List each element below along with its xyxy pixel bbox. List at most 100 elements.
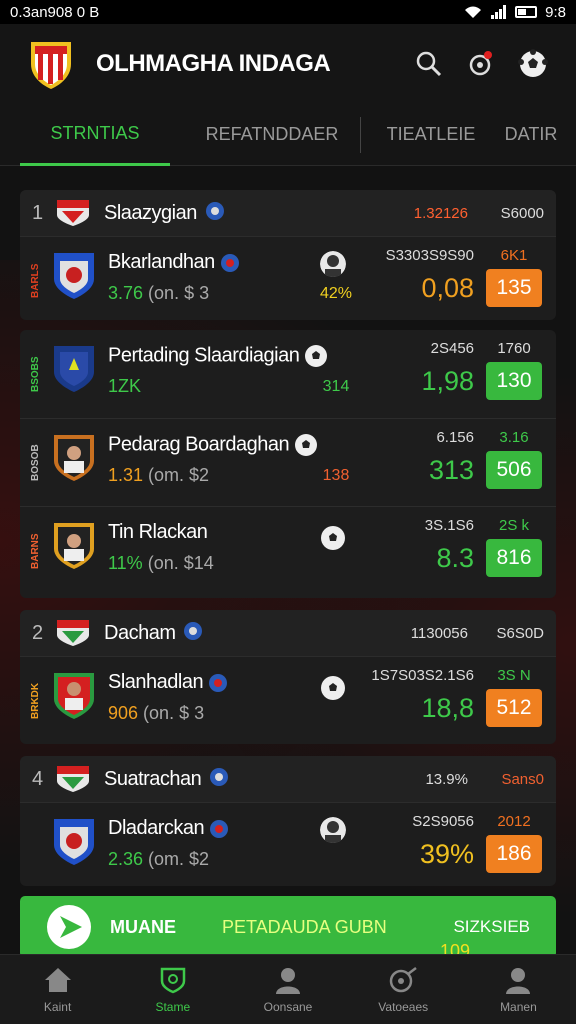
ball-button[interactable] xyxy=(518,49,548,79)
soccer-ball-icon xyxy=(321,676,345,700)
nav-label: Oonsane xyxy=(263,999,313,1014)
mini-value: 314 xyxy=(322,378,350,395)
ball-icon xyxy=(183,621,203,646)
group-card-4: 4 Suatrachan 13.9% Sans0 Dladarckan 2.36… xyxy=(20,756,556,886)
odds-badge[interactable]: 816 xyxy=(486,539,542,577)
player-stat: 906 (on. $ 3 xyxy=(108,703,205,723)
group-number: 4 xyxy=(32,767,44,790)
odds-badge[interactable]: 512 xyxy=(486,689,542,727)
tab-data[interactable]: DATIR xyxy=(501,104,561,166)
nav-matches[interactable]: Vatoeaes xyxy=(346,955,461,1024)
whistle-icon xyxy=(389,966,417,992)
nav-label: Vatoeaes xyxy=(378,999,429,1014)
nav-profile[interactable]: Manen xyxy=(461,955,576,1024)
flag-icon xyxy=(57,200,89,226)
player-stat: 1.31 (om. $2 xyxy=(108,465,210,485)
bottom-nav: Kaint Stame Oonsane Vatoeaes Manen xyxy=(0,954,576,1024)
odds-badge[interactable]: 506 xyxy=(486,451,542,489)
player-name: Pertading Slaardiagian xyxy=(108,344,328,368)
ball-icon xyxy=(205,201,225,226)
tab-table[interactable]: TIEATLEIE xyxy=(361,104,501,166)
player-photo-icon xyxy=(54,435,94,481)
battery-icon xyxy=(515,6,538,18)
player-name: Tin Rlackan xyxy=(108,521,208,543)
odds-badge[interactable]: 135 xyxy=(486,269,542,307)
ball-icon xyxy=(209,767,229,792)
notifications-button[interactable] xyxy=(466,49,496,79)
player-stat: 11% (on. $14 xyxy=(108,553,214,573)
person-icon xyxy=(276,967,300,994)
odds-top: S2S9056 xyxy=(412,813,474,830)
side-label: BOSOB xyxy=(30,444,41,482)
group-number: 1 xyxy=(32,201,44,224)
tab-standings[interactable]: STRNTIAS xyxy=(20,104,170,166)
soccer-ball-icon xyxy=(305,345,328,367)
side-label: BARLS xyxy=(30,263,41,299)
team-shield-icon xyxy=(54,346,94,392)
player-avatar xyxy=(320,251,346,277)
home-icon xyxy=(44,967,71,992)
group-value: 1.32126 xyxy=(413,204,468,222)
group-tag: S6000 xyxy=(500,204,544,222)
group-header[interactable]: 1 Slaazygian 1.32126 S6000 xyxy=(20,190,556,236)
group-card-2: BSOBS Pertading Slaardiagian 1ZK 314 2S4… xyxy=(20,330,556,598)
badge-top: 3.16 xyxy=(499,429,529,446)
whistle-notification-icon xyxy=(469,51,492,76)
odds-value: 313 xyxy=(428,455,474,485)
play-arrow-icon xyxy=(47,905,91,949)
group-name: Slaazygian xyxy=(104,201,197,224)
status-right: 9:8 xyxy=(463,4,566,21)
badge-top: 2012 xyxy=(497,813,531,830)
cell-signal-icon xyxy=(491,5,507,19)
status-bar: 0.3an908 0 B 9:8 xyxy=(0,0,576,24)
mini-value: 42% xyxy=(319,285,353,302)
search-button[interactable] xyxy=(414,49,444,79)
player-avatar xyxy=(320,817,346,843)
nav-standings[interactable]: Stame xyxy=(115,955,230,1024)
promo-label: MUANE xyxy=(110,916,176,937)
badge-top: 1760 xyxy=(497,340,531,357)
player-stat: 2.36 (om. $2 xyxy=(108,849,210,869)
group-header[interactable]: 2 Dacham 1130056 S6S0D xyxy=(20,610,556,656)
ball-icon xyxy=(220,253,239,272)
badge-top: 6K1 xyxy=(500,247,528,264)
player-row[interactable]: BOSOB Pedarag Boardaghan 1.31 (om. $2 13… xyxy=(20,418,556,506)
side-label: BARNS xyxy=(30,533,41,569)
player-row[interactable]: BRKDK Slanhadlan 906 (on. $ 3 1S7S03S2.1… xyxy=(20,656,556,744)
player-row[interactable]: Dladarckan 2.36 (om. $2 S2S9056 39% 2012… xyxy=(20,802,556,886)
group-value: 1130056 xyxy=(410,624,468,642)
player-row[interactable]: BSOBS Pertading Slaardiagian 1ZK 314 2S4… xyxy=(20,330,556,418)
odds-badge[interactable]: 130 xyxy=(486,362,542,400)
player-row[interactable]: BARNS Tin Rlackan 11% (on. $14 3S.1S6 8.… xyxy=(20,506,556,594)
odds-badge[interactable]: 186 xyxy=(486,835,542,873)
odds-top: 6.156 xyxy=(436,429,474,446)
odds-top: 3S.1S6 xyxy=(424,517,474,534)
team-shield-icon xyxy=(54,253,94,299)
side-label: BSOBS xyxy=(30,356,41,392)
flag-icon xyxy=(57,766,89,792)
group-tag: S6S0D xyxy=(496,624,544,642)
promo-banner[interactable]: MUANE PETADAUDA GUBN SIZKSIEB 109 xyxy=(20,896,556,961)
team-shield-icon xyxy=(54,819,94,865)
group-name: Suatrachan xyxy=(104,767,202,790)
app-title: OLHMAGHA INDAGA xyxy=(96,50,331,77)
ball-icon xyxy=(209,673,228,692)
player-name: Dladarckan xyxy=(108,817,229,840)
nav-home[interactable]: Kaint xyxy=(0,955,115,1024)
group-number: 2 xyxy=(32,621,44,644)
status-signal: 0 xyxy=(76,3,86,21)
status-carrier: B xyxy=(89,3,100,21)
wifi-icon xyxy=(465,6,482,18)
nav-players[interactable]: Oonsane xyxy=(230,955,345,1024)
player-stat: 1ZK xyxy=(108,376,142,396)
profile-icon xyxy=(506,967,531,994)
player-name: Slanhadlan xyxy=(108,671,228,694)
soccer-ball-icon xyxy=(321,526,345,550)
status-time-right: 9:8 xyxy=(545,3,566,21)
tab-referee[interactable]: REFATNDDAER xyxy=(184,104,360,166)
odds-value: 1,98 xyxy=(421,366,474,396)
club-logo-icon[interactable] xyxy=(28,38,74,90)
badge-top: 2S k xyxy=(498,517,529,534)
player-row[interactable]: BARLS Bkarlandhan 3.76 (on. $ 3 42% S330… xyxy=(20,236,556,320)
group-header[interactable]: 4 Suatrachan 13.9% Sans0 xyxy=(20,756,556,802)
